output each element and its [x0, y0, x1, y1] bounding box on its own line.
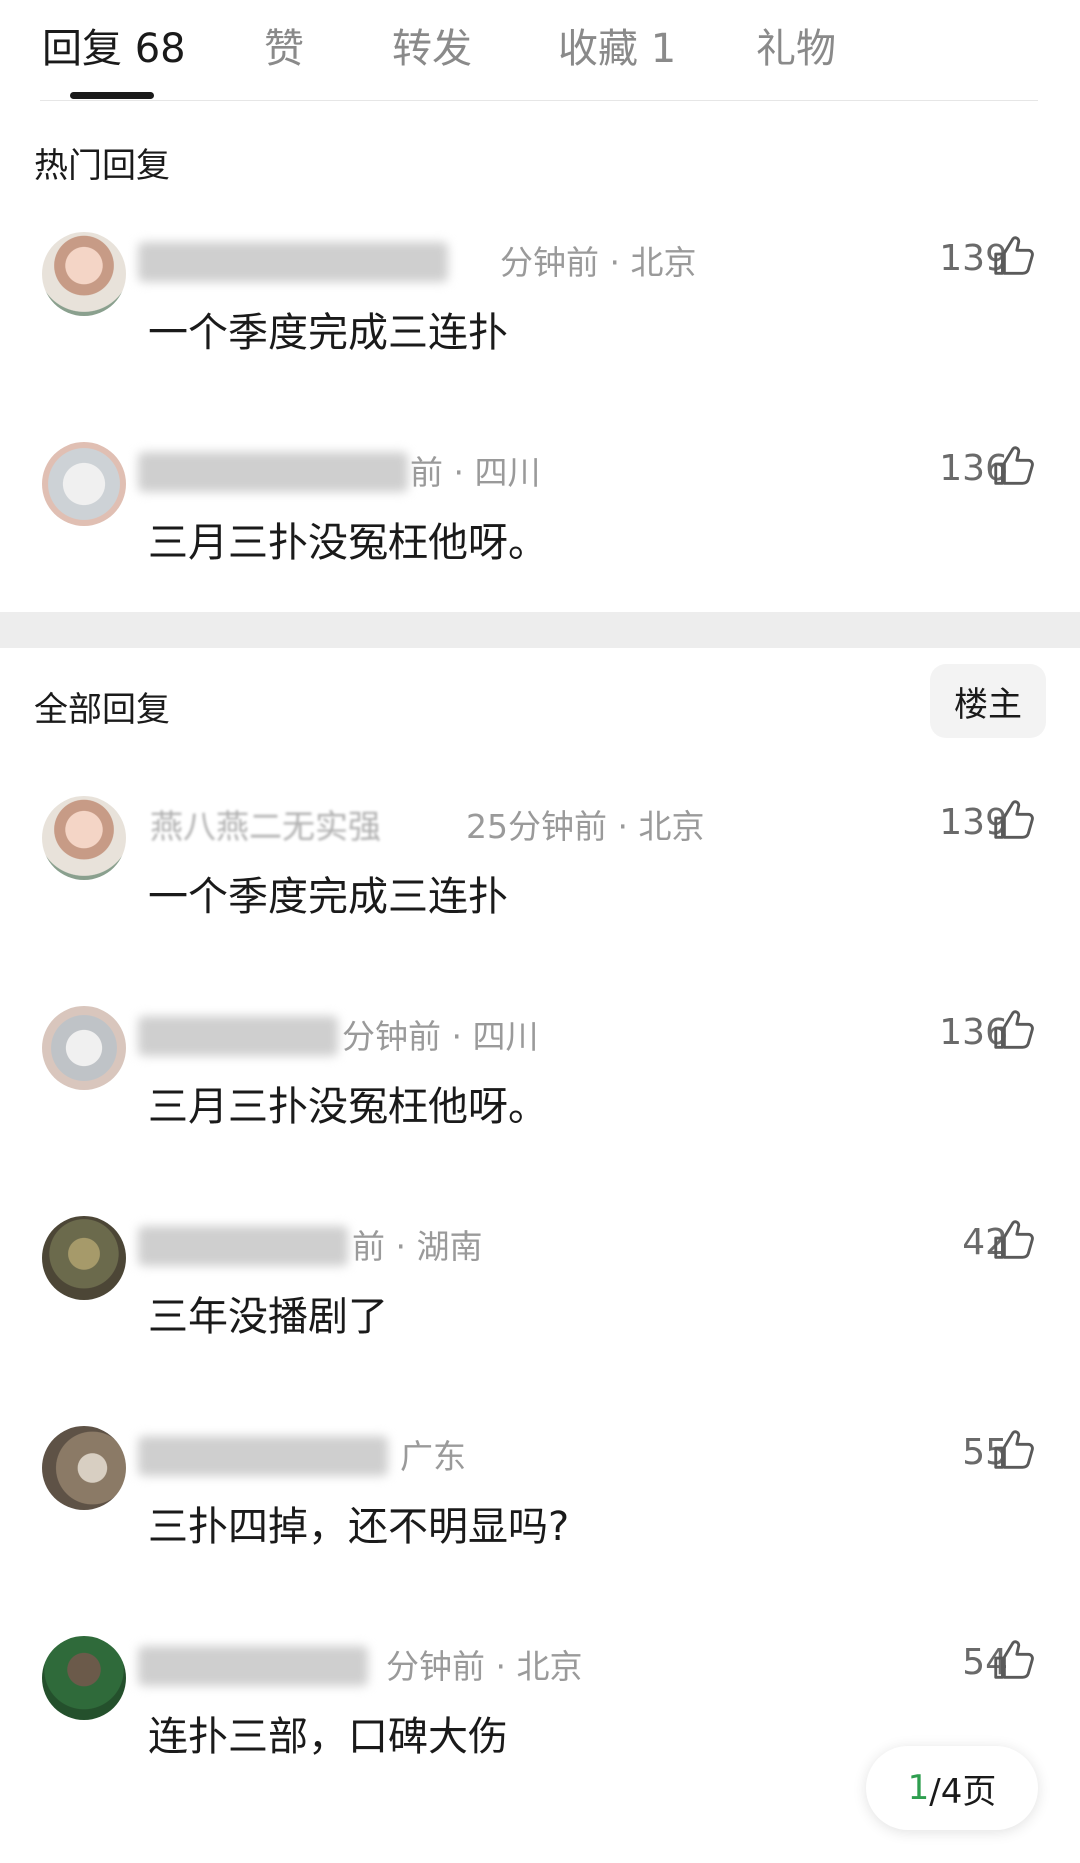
tab-favorites[interactable]: 收藏 1: [558, 16, 676, 74]
owner-filter-button[interactable]: 楼主: [930, 664, 1046, 738]
active-tab-indicator: [70, 92, 154, 99]
tab-reposts[interactable]: 转发: [392, 16, 472, 74]
comment-item: 广东 三扑四掉，还不明显吗? 55: [0, 1426, 1080, 1596]
comment-item: 燕八燕二无实强 25分钟前 · 北京 一个季度完成三连扑 139: [0, 796, 1080, 966]
tab-bar: 回复 68 赞 转发 收藏 1 礼物: [0, 0, 1080, 101]
avatar[interactable]: [42, 232, 126, 316]
hot-replies-title: 热门回复: [34, 146, 170, 186]
thumbs-up-icon[interactable]: [990, 1426, 1036, 1474]
comment-text: 三月三扑没冤枉他呀。: [148, 1084, 548, 1130]
comment-meta: 分钟前 · 北京: [500, 243, 697, 282]
thumbs-up-icon[interactable]: [990, 232, 1036, 280]
comment-text: 一个季度完成三连扑: [148, 874, 508, 920]
section-separator: [0, 612, 1080, 648]
comment-meta: 前 · 四川: [410, 453, 541, 492]
comment-item: 前 · 湖南 三年没播剧了 42: [0, 1216, 1080, 1386]
total-pages: /4页: [929, 1771, 997, 1812]
blurred-username: [138, 1226, 348, 1266]
avatar[interactable]: [42, 1636, 126, 1720]
thumbs-up-icon[interactable]: [990, 1006, 1036, 1054]
tab-likes[interactable]: 赞: [264, 16, 304, 74]
thumbs-up-icon[interactable]: [990, 1636, 1036, 1684]
comment-meta: 分钟前 · 四川: [342, 1017, 539, 1056]
avatar[interactable]: [42, 1426, 126, 1510]
all-replies-title: 全部回复: [34, 690, 170, 730]
avatar[interactable]: [42, 796, 126, 880]
page-indicator[interactable]: 1/4页: [866, 1746, 1038, 1830]
tab-gifts[interactable]: 礼物: [756, 16, 836, 74]
comment-text: 三月三扑没冤枉他呀。: [148, 520, 548, 566]
avatar[interactable]: [42, 1216, 126, 1300]
blurred-username: [138, 242, 448, 282]
thumbs-up-icon[interactable]: [990, 442, 1036, 490]
thumbs-up-icon[interactable]: [990, 796, 1036, 844]
comment-text: 三年没播剧了: [148, 1294, 388, 1340]
avatar[interactable]: [42, 442, 126, 526]
comment-meta: 前 · 湖南: [352, 1227, 483, 1266]
blurred-username: [138, 1646, 368, 1686]
comment-item: 分钟前 · 四川 三月三扑没冤枉他呀。 136: [0, 1006, 1080, 1176]
blurred-username: [138, 1016, 338, 1056]
tab-replies[interactable]: 回复 68: [42, 16, 186, 74]
comment-meta: 广东: [400, 1437, 466, 1476]
current-page: 1: [907, 1768, 930, 1808]
comment-text: 三扑四掉，还不明显吗?: [148, 1504, 570, 1550]
blurred-username: [138, 1436, 388, 1476]
comment-text: 一个季度完成三连扑: [148, 310, 508, 356]
blurred-username: 燕八燕二无实强: [150, 807, 381, 846]
comment-meta: 25分钟前 · 北京: [466, 807, 705, 846]
hot-comment-item: 前 · 四川 三月三扑没冤枉他呀。 136: [0, 442, 1080, 612]
comment-text: 连扑三部，口碑大伤: [148, 1714, 508, 1760]
comment-meta: 分钟前 · 北京: [386, 1647, 583, 1686]
blurred-username: [138, 452, 408, 492]
avatar[interactable]: [42, 1006, 126, 1090]
tab-divider: [40, 100, 1038, 101]
thumbs-up-icon[interactable]: [990, 1216, 1036, 1264]
hot-comment-item: 分钟前 · 北京 一个季度完成三连扑 139: [0, 232, 1080, 402]
